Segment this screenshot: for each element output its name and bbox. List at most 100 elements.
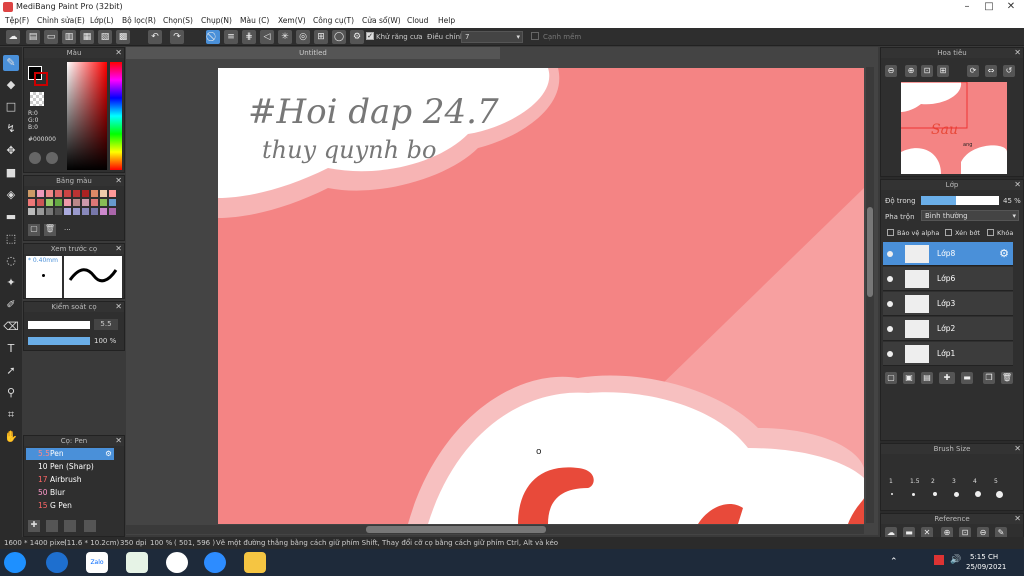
clock-time[interactable]: 5:15 CH [970, 553, 998, 561]
palette-swatch[interactable] [55, 199, 62, 206]
palette-swatch[interactable] [73, 199, 80, 206]
add-brush-icon[interactable]: ✚ [28, 520, 40, 532]
horizontal-scroll-thumb[interactable] [366, 526, 546, 533]
palette-swatch[interactable] [64, 208, 71, 215]
close-icon[interactable]: ✕ [115, 244, 122, 253]
palette-swatch[interactable] [46, 190, 53, 197]
close-icon[interactable]: ✕ [1014, 48, 1021, 57]
palette-swatch[interactable] [91, 199, 98, 206]
hue-slider[interactable] [110, 62, 122, 170]
gear-icon[interactable]: ⚙ [999, 247, 1009, 260]
palette-swatch[interactable] [46, 208, 53, 215]
antialias-checkbox[interactable]: ✓ [366, 32, 374, 40]
menu-help[interactable]: Help [438, 16, 455, 25]
frame-tool-icon[interactable]: ⌗ [3, 407, 19, 423]
bucket-tool-icon[interactable]: ◈ [3, 187, 19, 203]
adjust-select[interactable]: 7 ▾ [461, 31, 523, 43]
new-halftone-layer-icon[interactable]: ▣ [903, 372, 915, 384]
protect-alpha-checkbox[interactable] [887, 229, 894, 236]
brush-size-slider[interactable] [28, 321, 90, 329]
trash-icon[interactable]: 🗑 [44, 224, 56, 236]
brush-options-icon[interactable] [64, 520, 76, 532]
vertical-scroll-thumb[interactable] [867, 207, 873, 297]
brush-size-dot[interactable] [954, 491, 959, 497]
brush-size-dot[interactable] [933, 492, 937, 496]
menu-window[interactable]: Cửa sổ(W) [362, 16, 401, 25]
close-icon[interactable]: ✕ [1014, 514, 1021, 523]
fit-icon[interactable]: ⊡ [921, 65, 933, 77]
palette-swatch[interactable] [91, 208, 98, 215]
redo-icon[interactable]: ↷ [170, 30, 184, 44]
document-tab[interactable]: Untitled [126, 47, 500, 59]
dot-tool-icon[interactable]: □ [3, 99, 19, 115]
shape-tool-icon[interactable]: ■ [3, 165, 19, 181]
eye-icon[interactable] [887, 351, 893, 357]
menu-cloud[interactable]: Cloud [407, 16, 428, 25]
palette-swatch[interactable] [82, 199, 89, 206]
zoom-in-icon[interactable]: ⊕ [905, 65, 917, 77]
folder-icon[interactable]: ▬ [961, 372, 973, 384]
palette-swatch[interactable] [28, 190, 35, 197]
menu-select[interactable]: Chọn(S) [163, 16, 193, 25]
vertical-scrollbar[interactable] [866, 67, 874, 523]
menu-filter[interactable]: Bộ lọc(R) [122, 16, 156, 25]
snap-vanish-icon[interactable]: ◁ [260, 30, 274, 44]
close-icon[interactable]: ✕ [1014, 444, 1021, 453]
operation-tool-icon[interactable]: ➚ [3, 363, 19, 379]
palette-more[interactable]: ··· [64, 226, 71, 234]
palette-swatch[interactable] [37, 190, 44, 197]
eye-icon[interactable] [887, 326, 893, 332]
flip-icon[interactable]: ⇔ [985, 65, 997, 77]
eye-icon[interactable] [887, 251, 893, 257]
close-icon[interactable]: ✕ [1014, 180, 1021, 189]
edge-checkbox[interactable] [531, 32, 539, 40]
brush-folder-icon[interactable] [46, 520, 58, 532]
text-tool-icon[interactable]: T [3, 341, 19, 357]
select-eraser-icon[interactable]: ⌫ [3, 319, 19, 335]
snap-curve-icon[interactable]: ⊞ [314, 30, 328, 44]
layer-item[interactable]: Lớp3 [883, 292, 1013, 316]
brush-item-pen-sharp[interactable]: 10 Pen (Sharp) [26, 461, 114, 473]
navigator-preview[interactable]: Sau ang [901, 82, 1007, 174]
brush-tool-icon[interactable]: ✎ [3, 55, 19, 71]
close-icon[interactable]: ✕ [115, 436, 122, 445]
palette-swatch[interactable] [109, 199, 116, 206]
zoom-out-icon[interactable]: ⊖ [885, 65, 897, 77]
layer-item[interactable]: Lớp6 [883, 267, 1013, 291]
save-icon[interactable]: ▦ [80, 30, 94, 44]
blend-select[interactable]: Bình thường ▾ [921, 210, 1019, 221]
open-icon[interactable]: ▥ [62, 30, 76, 44]
palette-swatch[interactable] [100, 190, 107, 197]
rotate-icon[interactable]: ⟳ [967, 65, 979, 77]
comment-icon[interactable]: ▭ [44, 30, 58, 44]
brush-doc-icon[interactable] [84, 520, 96, 532]
snap-ellipse-icon[interactable]: ◯ [332, 30, 346, 44]
palette-swatch[interactable] [64, 190, 71, 197]
maximize-button[interactable]: □ [978, 0, 1000, 14]
clipping-checkbox[interactable] [945, 229, 952, 236]
cloud-icon[interactable]: ☁ [6, 30, 20, 44]
color-wheel-icon[interactable] [29, 152, 41, 164]
export-icon[interactable]: ▧ [98, 30, 112, 44]
chrome-icon[interactable] [166, 552, 188, 573]
color-picker-icon[interactable] [46, 152, 58, 164]
new-file-icon[interactable]: ▤ [26, 30, 40, 44]
menu-file[interactable]: Tệp(F) [5, 16, 29, 25]
new-palette-icon[interactable]: ▢ [28, 224, 40, 236]
palette-swatch[interactable] [100, 208, 107, 215]
snap-parallel-icon[interactable]: ≡ [224, 30, 238, 44]
pen-correction-icon[interactable]: ↯ [3, 121, 19, 137]
brush-size-dot[interactable] [912, 492, 915, 496]
menu-layer[interactable]: Lớp(L) [90, 16, 114, 25]
opacity-slider[interactable] [921, 196, 999, 205]
palette-swatch[interactable] [82, 208, 89, 215]
palette-swatch[interactable] [73, 208, 80, 215]
layer-item[interactable]: Lớp1 [883, 342, 1013, 366]
add-layer-menu-icon[interactable]: ✚ [939, 372, 955, 384]
snap-off-icon[interactable]: ⃠ [206, 30, 220, 44]
palette-swatch[interactable] [109, 208, 116, 215]
snap-cross-icon[interactable]: ⋕ [242, 30, 256, 44]
recycle-app-icon[interactable] [126, 552, 148, 573]
tray-up-icon[interactable]: ⌃ [890, 557, 898, 567]
saturation-value-box[interactable] [67, 62, 107, 170]
